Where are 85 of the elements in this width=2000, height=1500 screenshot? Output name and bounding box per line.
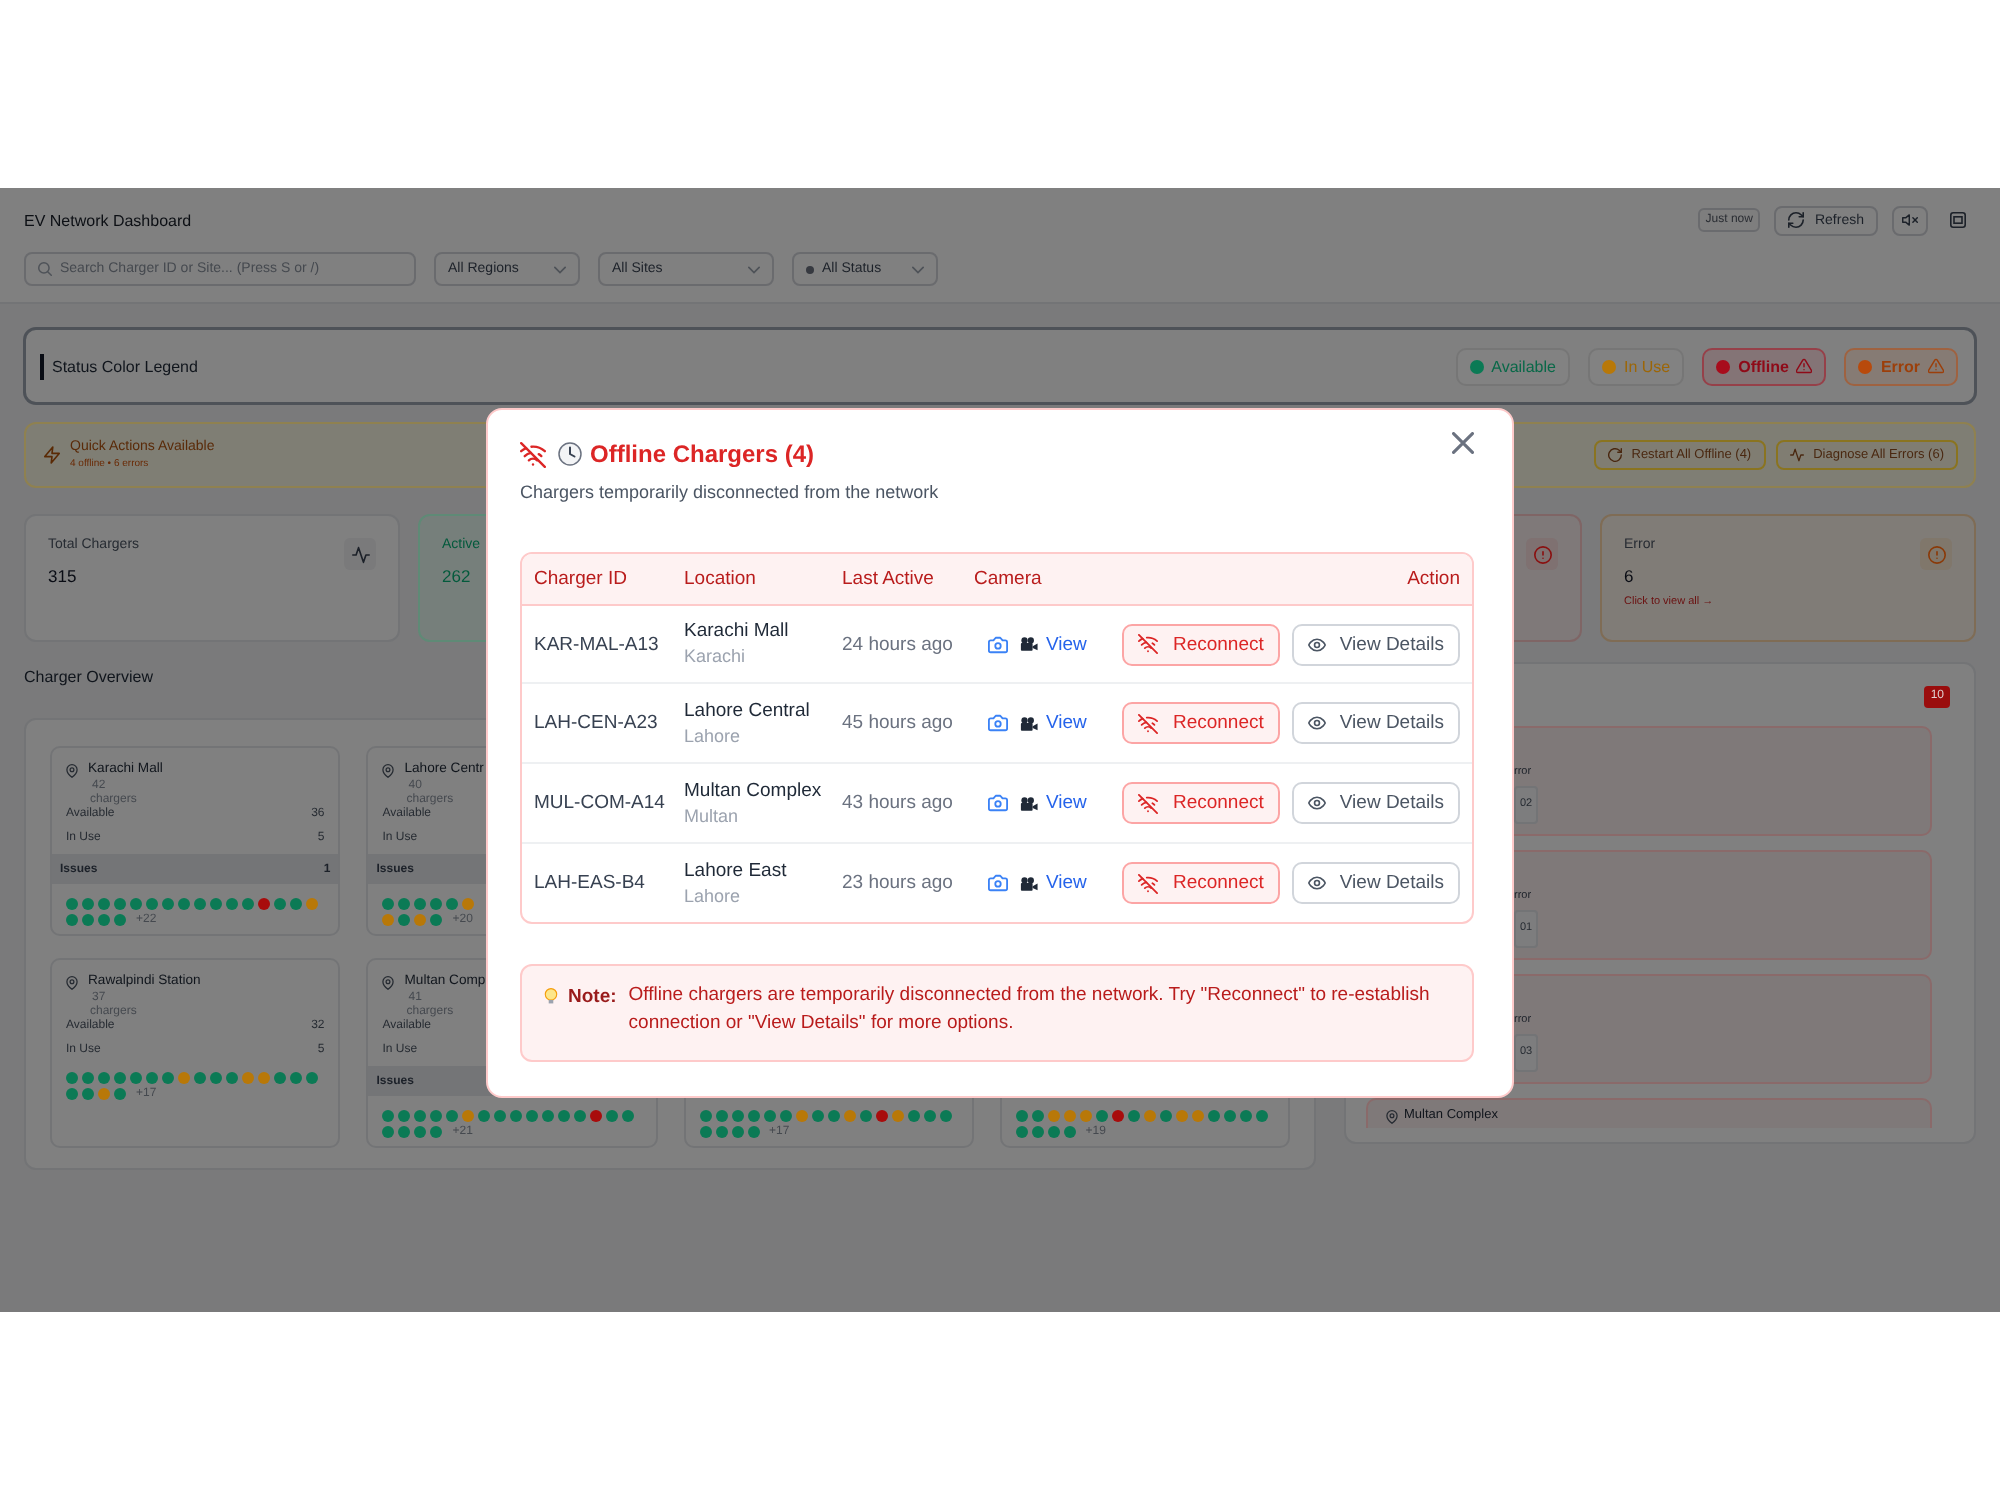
reconnect-button[interactable]: Reconnect — [1122, 782, 1280, 824]
last-active-time: 45 hours ago — [840, 712, 955, 734]
wifi-off-icon — [520, 441, 546, 467]
last-active-time: 43 hours ago — [840, 792, 955, 814]
reconnect-button[interactable]: Reconnect — [1122, 702, 1280, 744]
camera-icon[interactable] — [988, 794, 1008, 812]
window-icon[interactable] — [1950, 212, 1966, 228]
map-pin-icon — [1386, 1109, 1398, 1123]
column-header: Action — [1405, 568, 1462, 590]
site-name: Multan Complex — [684, 779, 822, 803]
eye-icon — [1307, 876, 1326, 890]
eye-icon — [1307, 637, 1326, 651]
stat-value: 6 — [1624, 566, 1634, 586]
charger-id: LAH-EAS-B4 — [532, 872, 647, 894]
map-pin-icon — [66, 764, 78, 778]
chevron-down-icon — [554, 265, 566, 273]
camera-view-link[interactable]: View — [1020, 633, 1087, 655]
speaker-muted-icon — [1902, 212, 1918, 228]
video-camera-icon — [1020, 636, 1038, 652]
charger-id: MUL-COM-A14 — [532, 792, 667, 814]
charger-id: KAR-MAL-A13 — [532, 633, 661, 655]
dialog-subtitle: Chargers temporarily disconnected from the network — [520, 482, 939, 502]
camera-icon[interactable] — [988, 714, 1008, 732]
stat-value: 315 — [48, 566, 77, 586]
camera-icon[interactable] — [988, 635, 1008, 653]
warning-icon — [1928, 358, 1944, 374]
last-active-time: 23 hours ago — [840, 872, 955, 894]
activity-icon — [344, 538, 376, 570]
charger-id: LAH-CEN-A23 — [532, 712, 660, 734]
note-text: Offline chargers are temporarily disconnected from the network. Try "Reconnect" to re-establish connection or "View Details" for more options. — [628, 982, 1432, 1038]
column-header: Location — [682, 568, 758, 590]
site-name: Lahore East — [684, 859, 787, 883]
video-camera-icon — [1020, 875, 1038, 891]
wifi-off-icon — [1138, 793, 1159, 813]
chevron-down-icon — [748, 265, 760, 273]
wifi-off-icon — [1138, 873, 1159, 893]
mute-button[interactable] — [1892, 205, 1928, 235]
lightning-icon — [44, 446, 60, 464]
app-title: EV Network Dashboard — [24, 211, 192, 229]
warning-icon — [1796, 358, 1813, 374]
view-details-button[interactable]: View Details — [1291, 862, 1460, 904]
note-label: Note: — [568, 985, 617, 1007]
city-name: Multan — [684, 803, 739, 827]
refresh-icon — [1788, 212, 1805, 228]
eye-icon — [1307, 716, 1326, 730]
section-title: Charger Overview — [24, 668, 153, 688]
last-active-time: 24 hours ago — [840, 633, 955, 655]
search-icon — [38, 262, 52, 276]
activity-icon — [1789, 448, 1804, 462]
site-name: Lahore Central — [684, 699, 810, 723]
video-camera-icon — [1020, 715, 1038, 731]
column-header: Charger ID — [532, 568, 629, 590]
dialog-title: Offline Chargers (4) — [590, 440, 815, 468]
map-pin-icon — [382, 976, 395, 990]
clock-icon — [558, 442, 582, 466]
camera-icon[interactable] — [988, 874, 1008, 892]
reconnect-button[interactable]: Reconnect — [1122, 862, 1280, 904]
lightbulb-icon — [544, 988, 558, 1004]
status-dot-icon — [806, 265, 814, 273]
eye-icon — [1307, 796, 1326, 810]
camera-view-link[interactable]: View — [1020, 872, 1087, 894]
reconnect-button[interactable]: Reconnect — [1122, 623, 1280, 665]
close-icon — [1452, 432, 1474, 454]
camera-view-link[interactable]: View — [1020, 792, 1087, 814]
city-name: Karachi — [684, 644, 746, 668]
chevron-down-icon — [912, 265, 924, 273]
stat-value: 262 — [442, 566, 471, 586]
video-camera-icon — [1020, 795, 1038, 811]
city-name: Lahore — [684, 883, 741, 907]
wifi-off-icon — [1138, 634, 1159, 654]
view-details-button[interactable]: View Details — [1291, 623, 1460, 665]
camera-view-link[interactable]: View — [1020, 712, 1087, 734]
column-header: Last Active — [840, 568, 936, 590]
city-name: Lahore — [684, 723, 741, 747]
view-details-button[interactable]: View Details — [1291, 702, 1460, 744]
view-details-button[interactable]: View Details — [1291, 782, 1460, 824]
refresh-icon — [1607, 448, 1622, 462]
map-pin-icon — [66, 976, 78, 990]
accent-bar — [40, 353, 44, 379]
wifi-off-icon — [1138, 713, 1159, 733]
close-button[interactable] — [1452, 432, 1474, 454]
site-name: Karachi Mall — [684, 620, 789, 644]
column-header: Camera — [972, 568, 1044, 590]
map-pin-icon — [382, 764, 395, 778]
legend-title: Status Color Legend — [52, 357, 198, 375]
